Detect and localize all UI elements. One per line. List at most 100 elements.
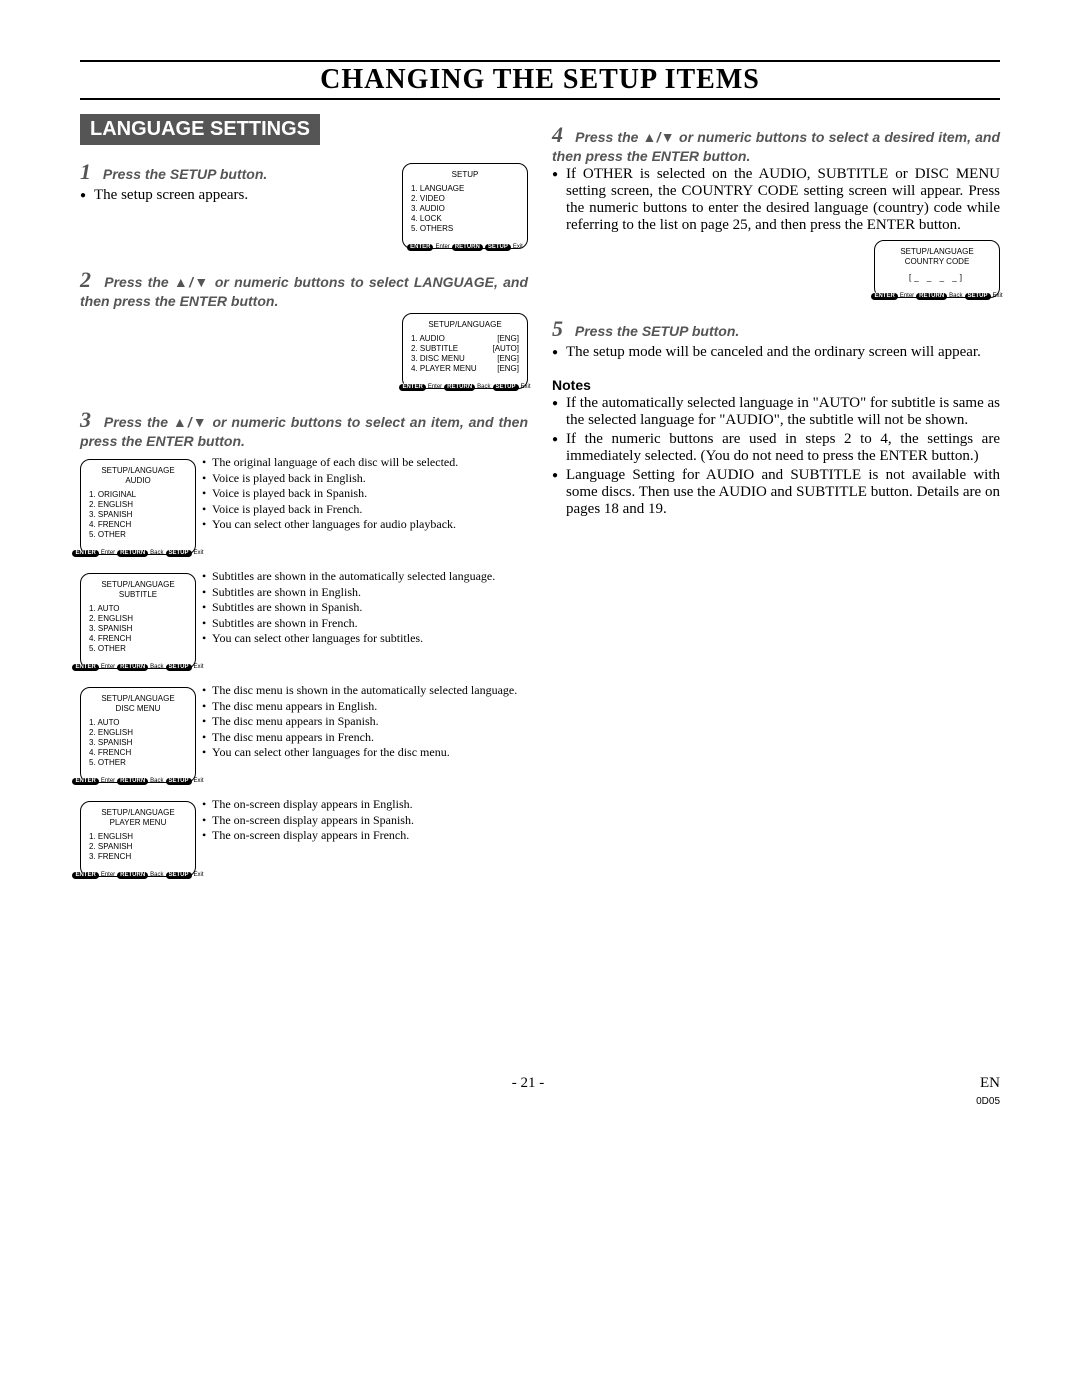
step-1-number: 1 (80, 159, 91, 184)
discmenu-descriptions: The disc menu is shown in the automatica… (202, 683, 517, 761)
osd-setup: SETUP 1. LANGUAGE 2. VIDEO 3. AUDIO 4. L… (402, 163, 528, 249)
discmenu-desc-item: The disc menu appears in French. (202, 730, 517, 746)
osd-subtitle: SETUP/LANGUAGE SUBTITLE 1. AUTO 2. ENGLI… (80, 573, 196, 669)
osd-subtitle-item: 3. SPANISH (89, 624, 187, 634)
footer-back-text: Back (150, 550, 163, 558)
notes-item: If the numeric buttons are used in steps… (552, 431, 1000, 465)
osd-subtitle-item: 4. FRENCH (89, 634, 187, 644)
footer-enter-text: Enter (101, 664, 115, 672)
subtitle-desc-item: You can select other languages for subti… (202, 631, 495, 647)
footer-return-pill: RETURN (444, 384, 475, 392)
osd-playermenu: SETUP/LANGUAGE PLAYER MENU 1. ENGLISH 2.… (80, 801, 196, 877)
footer-enter-pill: ENTER (72, 872, 98, 880)
osd-footer: ENTEREnter RETURNBack SETUPExit (407, 384, 523, 392)
osd-subtitle-item: 1. AUTO (89, 604, 187, 614)
footer-enter-pill: ENTER (72, 778, 98, 786)
osd-country-title2: COUNTRY CODE (883, 257, 991, 267)
section-heading: LANGUAGE SETTINGS (80, 114, 320, 145)
footer-setup-text: Exit (194, 872, 204, 880)
osd-audio-title2: AUDIO (89, 476, 187, 486)
footer-return-pill: RETURN (117, 778, 148, 786)
osd-setup-title: SETUP (411, 170, 519, 180)
osd-setup-item: 3. AUDIO (411, 204, 519, 214)
osd-playermenu-title1: SETUP/LANGUAGE (89, 808, 187, 818)
osd-footer: ENTEREnter RETURN SETUPExit (407, 244, 523, 252)
osd-playermenu-title2: PLAYER MENU (89, 818, 187, 828)
osd-audio-title1: SETUP/LANGUAGE (89, 466, 187, 476)
subtitle-descriptions: Subtitles are shown in the automatically… (202, 569, 495, 647)
osd-discmenu-item: 3. SPANISH (89, 738, 187, 748)
osd-footer: ENTEREnter RETURNBack SETUPExit (85, 872, 191, 880)
osd-country-title1: SETUP/LANGUAGE (883, 247, 991, 257)
audio-desc-item: Voice is played back in Spanish. (202, 486, 458, 502)
discmenu-desc-item: You can select other languages for the d… (202, 745, 517, 761)
footer-enter-text: Enter (435, 244, 449, 252)
osd-country-input: [_ _ _ _] (883, 273, 991, 283)
osd-language-title: SETUP/LANGUAGE (411, 320, 519, 330)
footer-back-text: Back (150, 664, 163, 672)
audio-desc-item: Voice is played back in English. (202, 471, 458, 487)
step-5: 5 Press the SETUP button. The setup mode… (552, 316, 1000, 361)
notes-heading: Notes (552, 377, 1000, 393)
footer-enter-text: Enter (101, 778, 115, 786)
footer-enter-pill: ENTER (399, 384, 425, 392)
osd-lang-row-l: 3. DISC MENU (411, 354, 465, 364)
footer-setup-pill: SETUP (485, 244, 511, 252)
step-5-body: The setup mode will be canceled and the … (552, 344, 1000, 361)
left-column: LANGUAGE SETTINGS 1 Press the SETUP butt… (80, 114, 528, 895)
playermenu-descriptions: The on-screen display appears in English… (202, 797, 414, 844)
step-5-number: 5 (552, 316, 563, 341)
playermenu-desc-item: The on-screen display appears in English… (202, 797, 414, 813)
page-doc-code: 0D05 (976, 1096, 1000, 1107)
osd-lang-row-r: [ENG] (497, 334, 519, 344)
playermenu-desc-item: The on-screen display appears in Spanish… (202, 813, 414, 829)
page-title: CHANGING THE SETUP ITEMS (80, 60, 1000, 100)
footer-setup-text: Exit (513, 244, 523, 252)
step-2-heading: Press the ▲/▼ or numeric buttons to sele… (80, 274, 528, 309)
audio-desc-item: You can select other languages for audio… (202, 517, 458, 533)
footer-enter-text: Enter (101, 872, 115, 880)
footer-setup-pill: SETUP (965, 293, 991, 301)
osd-playermenu-item: 2. SPANISH (89, 842, 187, 852)
osd-lang-row-l: 2. SUBTITLE (411, 344, 458, 354)
step-1: 1 Press the SETUP button. The setup scre… (80, 159, 528, 253)
footer-setup-pill: SETUP (166, 550, 192, 558)
osd-setup-item: 2. VIDEO (411, 194, 519, 204)
osd-lang-row-r: [ENG] (497, 364, 519, 374)
step-5-heading: Press the SETUP button. (575, 323, 739, 339)
footer-setup-text: Exit (993, 293, 1003, 301)
osd-subtitle-title2: SUBTITLE (89, 590, 187, 600)
osd-discmenu-item: 5. OTHER (89, 758, 187, 768)
footer-setup-pill: SETUP (166, 664, 192, 672)
footer-enter-text: Enter (900, 293, 914, 301)
footer-enter-pill: ENTER (871, 293, 897, 301)
footer-return-pill: RETURN (117, 550, 148, 558)
discmenu-desc-item: The disc menu is shown in the automatica… (202, 683, 517, 699)
step-1-heading: Press the SETUP button. (103, 166, 267, 182)
osd-discmenu-title2: DISC MENU (89, 704, 187, 714)
step-3-number: 3 (80, 407, 91, 432)
right-column: 4 Press the ▲/▼ or numeric buttons to se… (552, 114, 1000, 895)
step-3: 3 Press the ▲/▼ or numeric buttons to se… (80, 407, 528, 881)
notes-item: Language Setting for AUDIO and SUBTITLE … (552, 467, 1000, 518)
osd-discmenu-item: 1. AUTO (89, 718, 187, 728)
footer-back-text: Back (477, 384, 490, 392)
playermenu-desc-item: The on-screen display appears in French. (202, 828, 414, 844)
page-number: - 21 - (512, 1075, 545, 1109)
osd-subtitle-item: 2. ENGLISH (89, 614, 187, 624)
osd-lang-row-l: 1. AUDIO (411, 334, 445, 344)
step-4-body: If OTHER is selected on the AUDIO, SUBTI… (552, 166, 1000, 234)
footer-enter-text: Enter (101, 550, 115, 558)
step-3-heading: Press the ▲/▼ or numeric buttons to sele… (80, 414, 528, 449)
osd-lang-row-r: [ENG] (497, 354, 519, 364)
footer-enter-text: Enter (428, 384, 442, 392)
footer-back-text: Back (150, 872, 163, 880)
osd-audio-item: 3. SPANISH (89, 510, 187, 520)
page-lang: EN (980, 1075, 1000, 1091)
step-2-number: 2 (80, 267, 91, 292)
footer-back-text: Back (949, 293, 962, 301)
footer-enter-pill: ENTER (72, 550, 98, 558)
osd-footer: ENTEREnter RETURNBack SETUPExit (85, 550, 191, 558)
footer-setup-text: Exit (194, 664, 204, 672)
osd-setup-item: 5. OTHERS (411, 224, 519, 234)
